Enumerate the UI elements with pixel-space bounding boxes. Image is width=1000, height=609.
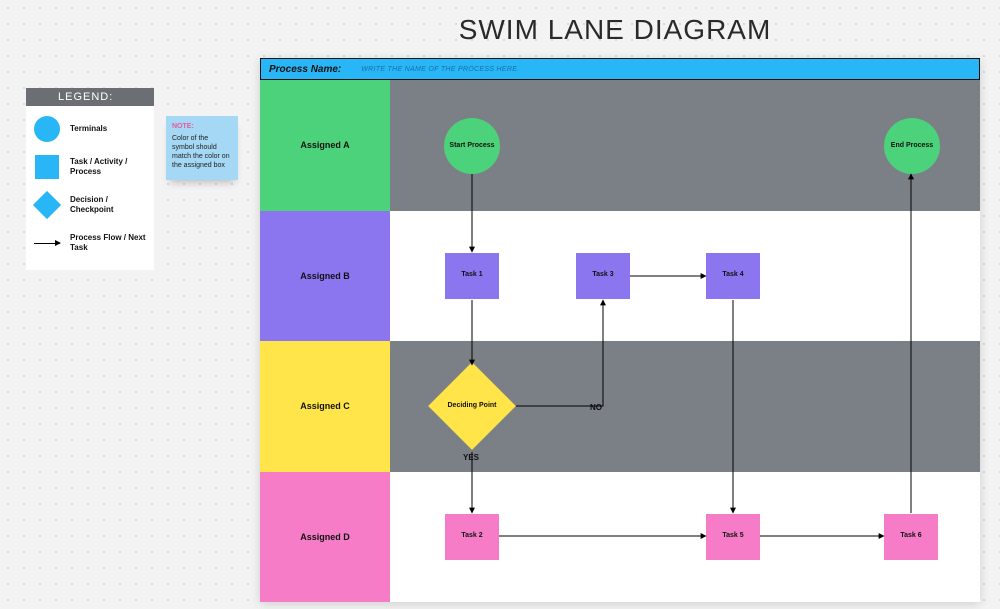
node-task4: Task 4 [706,253,760,299]
node-end: End Process [884,118,940,174]
lane-b: Assigned B Task 1 Task 3 Task 4 [260,211,980,342]
diamond-icon [34,192,60,218]
lane-c: Assigned C Deciding Point NO YES [260,341,980,472]
lane-a: Assigned A Start Process End Process [260,80,980,211]
node-task1: Task 1 [445,253,499,299]
diagram-header: Process Name: WRITE THE NAME OF THE PROC… [260,58,980,80]
lane-d: Assigned D Task 2 Task 5 Task 6 [260,472,980,603]
note-body: Color of the symbol should match the col… [172,134,232,170]
legend-label: Process Flow / Next Task [70,233,146,252]
node-task6: Task 6 [884,514,938,560]
swimlane-diagram: Process Name: WRITE THE NAME OF THE PROC… [260,58,980,602]
lane-b-label: Assigned B [260,211,390,342]
legend-label: Decision / Checkpoint [70,195,146,214]
lanes: Assigned A Start Process End Process Ass… [260,80,980,602]
page-title: SWIM LANE DIAGRAM [260,14,970,46]
arrow-icon [34,230,60,256]
lane-d-label: Assigned D [260,472,390,603]
edge-label-yes: YES [463,453,479,462]
node-task2: Task 2 [445,514,499,560]
node-task3: Task 3 [576,253,630,299]
lane-c-label: Assigned C [260,341,390,472]
lane-a-body: Start Process End Process [390,80,980,211]
square-icon [34,154,60,180]
legend-item-terminals: Terminals [34,116,146,142]
circle-icon [34,116,60,142]
lane-a-label: Assigned A [260,80,390,211]
lane-b-body: Task 1 Task 3 Task 4 [390,211,980,342]
lane-d-body: Task 2 Task 5 Task 6 [390,472,980,603]
legend-header: LEGEND: [26,88,154,106]
edge-label-no: NO [590,403,602,412]
node-start: Start Process [444,118,500,174]
legend-label: Terminals [70,124,107,134]
legend-label: Task / Activity / Process [70,157,146,176]
legend-item-flow: Process Flow / Next Task [34,230,146,256]
process-name-hint: WRITE THE NAME OF THE PROCESS HERE. [361,66,519,73]
legend-item-task: Task / Activity / Process [34,154,146,180]
legend-item-decision: Decision / Checkpoint [34,192,146,218]
note-title: NOTE: [172,122,232,131]
note-card: NOTE: Color of the symbol should match t… [166,116,238,180]
legend-body: Terminals Task / Activity / Process Deci… [26,106,154,270]
diamond-text: Deciding Point [441,375,503,437]
process-name-label: Process Name: [269,64,341,75]
lane-c-body: Deciding Point NO YES [390,341,980,472]
node-decide: Deciding Point [441,375,503,437]
node-task5: Task 5 [706,514,760,560]
legend-panel: LEGEND: Terminals Task / Activity / Proc… [26,88,154,270]
